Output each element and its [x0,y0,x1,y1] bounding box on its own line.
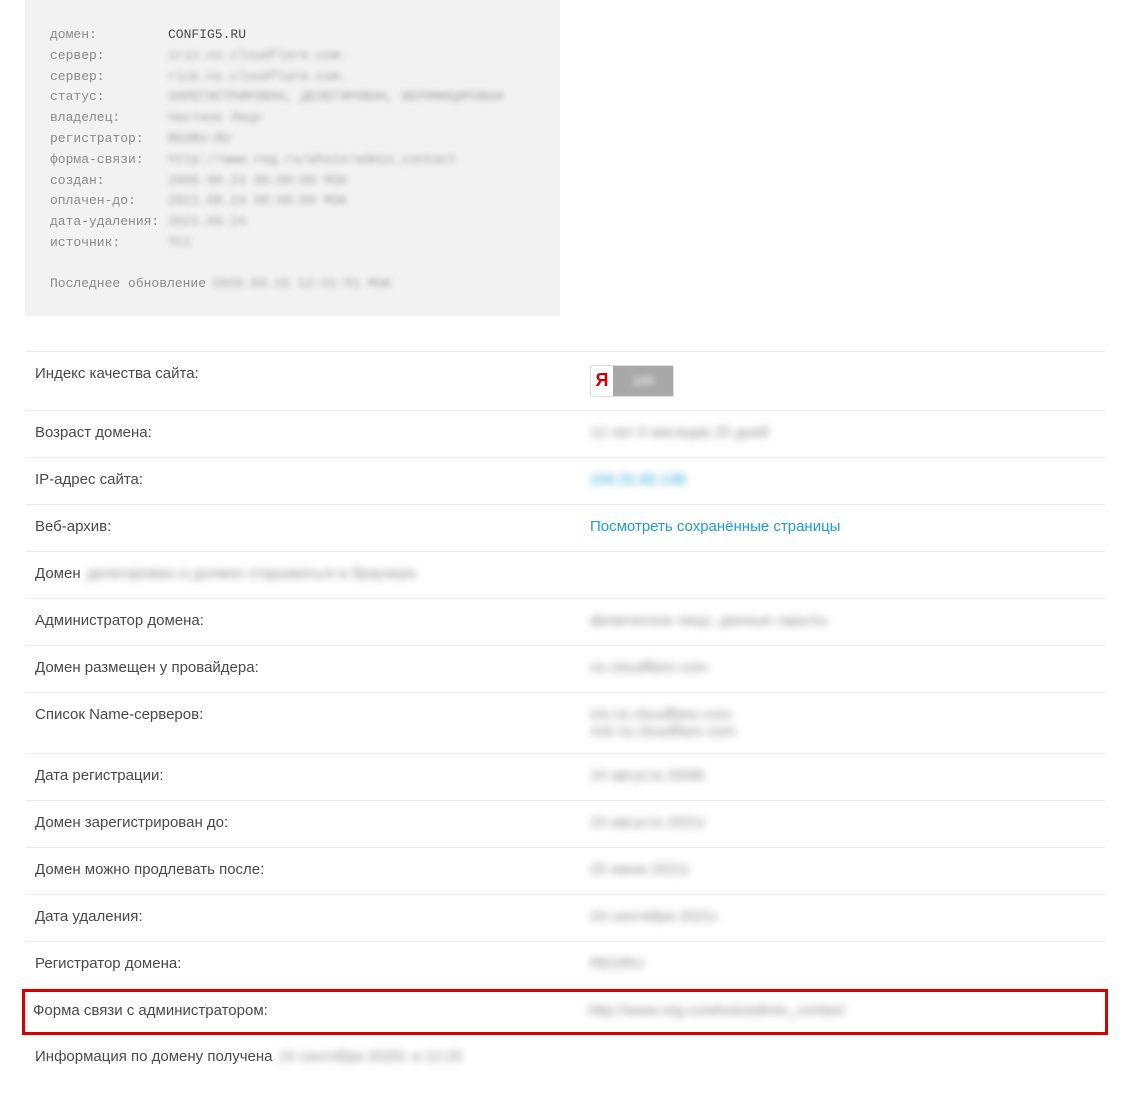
archive-label: Веб-архив: [35,518,590,535]
ns-value-2: rick.ns.cloudflare.com. [590,723,739,740]
page-root: домен:CONFIG5.RUсервер:iris.ns.cloudflar… [0,0,1130,1111]
whois-row-value: REGRU-RU [168,129,230,150]
row-reg-until: Домен зарегистрирован до: 24 августа 202… [25,801,1105,848]
whois-row: владелец:Частное Лицо [50,108,535,129]
whois-row: дата-удаления:2021.09.24 [50,212,535,233]
whois-row: создан:2008.08.24 00:00:00 MSK [50,171,535,192]
whois-row-label: источник: [50,233,168,254]
row-age: Возраст домена: 12 лет 0 месяцев 25 дней [25,411,1105,458]
registrar-value: REGRU [590,955,644,972]
whois-row-value: iris.ns.cloudflare.com. [168,46,347,67]
whois-row-value: 2021.08.24 00:00:00 MSK [168,191,347,212]
whois-row: сервер:iris.ns.cloudflare.com. [50,46,535,67]
whois-row: статус:ЗАРЕГИСТРИРОВАН, ДЕЛЕГИРОВАН, ВЕР… [50,87,535,108]
whois-row: регистратор:REGRU-RU [50,129,535,150]
registrar-label: Регистратор домена: [35,955,590,972]
yandex-quality-value: 100 [613,366,673,396]
whois-row: домен:CONFIG5.RU [50,25,535,46]
yandex-quality-badge: Я 100 [590,365,674,397]
delete-date-label: Дата удаления: [35,908,590,925]
yandex-logo-icon: Я [591,366,613,396]
whois-rows: домен:CONFIG5.RUсервер:iris.ns.cloudflar… [50,25,535,254]
provider-label: Домен размещен у провайдера: [35,659,590,676]
row-delete-date: Дата удаления: 24 сентября 2021г. [25,895,1105,942]
age-label: Возраст домена: [35,424,590,441]
row-reg-date: Дата регистрации: 24 августа 2008г. [25,754,1105,801]
row-contact-form: Форма связи с администратором: http://ww… [22,989,1108,1035]
row-admin: Администратор домена: физическое лицо, д… [25,599,1105,646]
whois-row-label: оплачен-до: [50,191,168,212]
whois-footer-label: Последнее обновление [50,276,206,291]
row-registrar: Регистратор домена: REGRU [25,942,1105,989]
reg-date-value: 24 августа 2008г. [590,767,708,784]
whois-row: источник:TCI [50,233,535,254]
whois-row-value: http://www.reg.ru/whois/admin_contact [168,150,457,171]
whois-row-label: статус: [50,87,168,108]
whois-row-value: ЗАРЕГИСТРИРОВАН, ДЕЛЕГИРОВАН, ВЕРИФИЦИРО… [168,87,503,108]
whois-row-label: домен: [50,25,168,46]
provider-value: ns.cloudflare.com [590,659,708,676]
domain-status-label: Домен [35,565,81,582]
whois-row-value: Частное Лицо [168,108,262,129]
whois-footer: Последнее обновление 2020.09.15 12:21:51… [50,276,535,291]
info-table: Индекс качества сайта: Я 100 Возраст дом… [25,351,1105,1081]
ns-value: iris.ns.cloudflare.com. rick.ns.cloudfla… [590,706,739,740]
whois-row: форма-связи:http://www.reg.ru/whois/admi… [50,150,535,171]
row-provider: Домен размещен у провайдера: ns.cloudfla… [25,646,1105,693]
row-renew-after: Домен можно продлевать после: 25 июня 20… [25,848,1105,895]
ip-label: IP-адрес сайта: [35,471,590,488]
reg-until-value: 24 августа 2021г. [590,814,708,831]
ip-value[interactable]: 104.31.82.136 [590,471,686,488]
whois-row-label: сервер: [50,67,168,88]
contact-form-value: http://www.reg.ru/whois/admin_contact [588,1002,845,1019]
contact-form-label: Форма связи с администратором: [33,1002,588,1019]
whois-raw-box: домен:CONFIG5.RUсервер:iris.ns.cloudflar… [25,0,560,316]
row-domain-status: Домен делегирован и должен открываться в… [25,552,1105,599]
whois-row-label: создан: [50,171,168,192]
renew-after-label: Домен можно продлевать после: [35,861,590,878]
archive-value[interactable]: Посмотреть сохранённые страницы [590,518,840,535]
ip-link[interactable]: 104.31.82.136 [590,471,686,488]
quality-label: Индекс качества сайта: [35,365,590,382]
archive-link[interactable]: Посмотреть сохранённые страницы [590,518,840,535]
whois-row-label: владелец: [50,108,168,129]
row-ip: IP-адрес сайта: 104.31.82.136 [25,458,1105,505]
renew-after-value: 25 июня 2021г. [590,861,692,878]
whois-row-value: rick.ns.cloudflare.com. [168,67,347,88]
row-archive: Веб-архив: Посмотреть сохранённые страни… [25,505,1105,552]
whois-row-value: 2021.09.24 [168,212,246,233]
whois-row-value: CONFIG5.RU [168,25,246,46]
whois-row: оплачен-до:2021.08.24 00:00:00 MSK [50,191,535,212]
whois-row-value: 2008.08.24 00:00:00 MSK [168,171,347,192]
whois-row-value: TCI [168,233,191,254]
row-quality: Индекс качества сайта: Я 100 [25,352,1105,411]
admin-value: физическое лицо, данные скрыты [590,612,827,629]
reg-date-label: Дата регистрации: [35,767,590,784]
received-value: 15 сентября 2020г. в 12:25 [279,1048,463,1065]
whois-footer-value: 2020.09.15 12:21:51 MSK [212,276,391,291]
whois-row: сервер:rick.ns.cloudflare.com. [50,67,535,88]
ns-value-1: iris.ns.cloudflare.com. [590,706,739,723]
quality-value: Я 100 [590,365,674,397]
age-value: 12 лет 0 месяцев 25 дней [590,424,769,441]
domain-status-value: делегирован и должен открываться в брауз… [87,565,420,582]
delete-date-value: 24 сентября 2021г. [590,908,720,925]
row-nameservers: Список Name-серверов: iris.ns.cloudflare… [25,693,1105,754]
whois-row-label: дата-удаления: [50,212,168,233]
whois-row-label: регистратор: [50,129,168,150]
whois-row-label: сервер: [50,46,168,67]
row-received: Информация по домену получена 15 сентябр… [25,1035,1105,1081]
admin-label: Администратор домена: [35,612,590,629]
reg-until-label: Домен зарегистрирован до: [35,814,590,831]
received-label: Информация по домену получена [35,1048,273,1065]
whois-row-label: форма-связи: [50,150,168,171]
ns-label: Список Name-серверов: [35,706,590,723]
